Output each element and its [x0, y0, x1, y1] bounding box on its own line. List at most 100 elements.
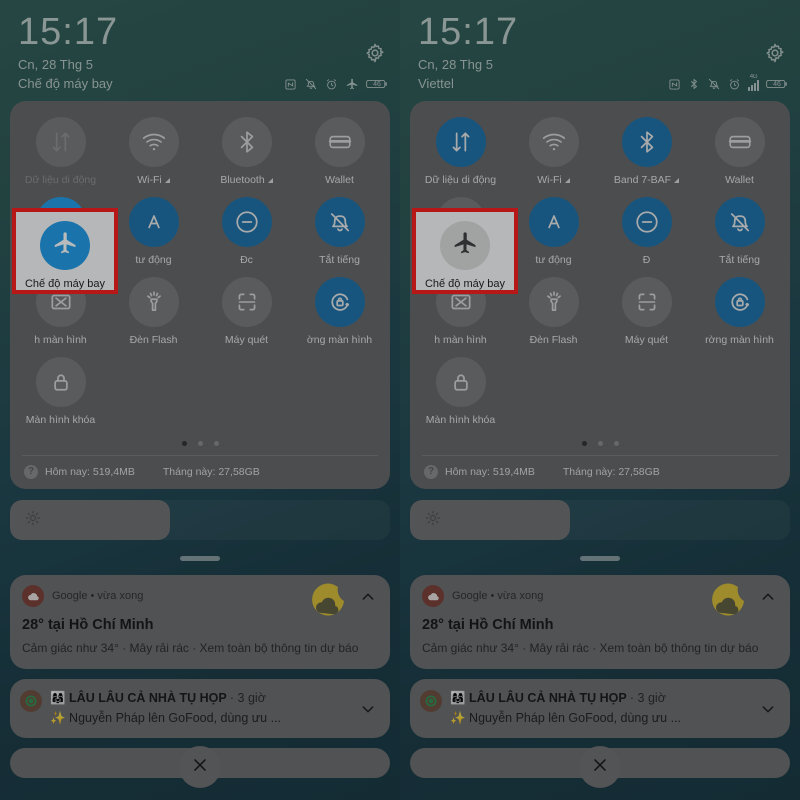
- qs-tile-label: Wi-Fi: [137, 174, 162, 186]
- qs-tile-12[interactable]: ờng màn hình: [293, 271, 386, 351]
- qs-tile-4[interactable]: Wallet: [693, 111, 786, 191]
- qs-tile-label-row: Band 7-BAF: [614, 174, 680, 187]
- expand-caret-icon[interactable]: [564, 178, 570, 183]
- scanner-icon: [234, 289, 260, 315]
- qs-tile-icon-bg: [435, 357, 486, 407]
- qs-tile-4[interactable]: Wallet: [293, 111, 386, 191]
- qs-tile-13[interactable]: Màn hình khóa: [414, 351, 507, 431]
- close-notifications-button[interactable]: [579, 746, 621, 788]
- expand-caret-icon[interactable]: [674, 178, 680, 183]
- qs-tile-label-row: rờng màn hình: [705, 334, 774, 347]
- qs-tile-label-row: Dữ liệu di động: [425, 174, 496, 187]
- qs-tile-11[interactable]: Máy quét: [600, 271, 693, 351]
- chevron-down-icon[interactable]: [760, 701, 776, 717]
- mute-bell-icon: [727, 209, 753, 235]
- qs-tile-label-row: ờng màn hình: [307, 334, 372, 347]
- page-dot-1[interactable]: [581, 441, 587, 446]
- chevron-down-icon[interactable]: [360, 701, 376, 717]
- help-icon[interactable]: ?: [424, 465, 438, 479]
- qs-tile-3[interactable]: Bluetooth: [200, 111, 293, 191]
- notification-weather[interactable]: Google • vừa xong 28° tại Hồ Chí Minh Cảm…: [10, 575, 390, 669]
- notification-chat[interactable]: 👩‍👩‍👧 LÂU LÂU CẢ NHÀ TỤ HỌP · 3 giờ ✨ Ngu…: [410, 679, 790, 738]
- qs-tile-6[interactable]: tư động: [507, 191, 600, 271]
- qs-tile-icon-bg: [621, 197, 672, 247]
- moon-cloud-icon: [708, 583, 748, 628]
- qs-tile-label-row: Bluetooth: [220, 174, 273, 187]
- qs-tile-1[interactable]: Dữ liệu di động: [14, 111, 107, 191]
- qs-tile-10[interactable]: Đèn Flash: [107, 271, 200, 351]
- qs-tile-2[interactable]: Wi-Fi: [507, 111, 600, 191]
- help-icon[interactable]: ?: [24, 465, 38, 479]
- battery-icon: 46: [766, 78, 788, 90]
- qs-tile-11[interactable]: Máy quét: [200, 271, 293, 351]
- drag-handle[interactable]: [180, 556, 220, 561]
- page-dot-1[interactable]: [181, 441, 187, 446]
- quick-settings-panel: Dữ liệu di động Wi-Fi Bluetooth Wallet Chế đ…: [10, 101, 390, 489]
- qs-tile-5[interactable]: Chế độ máy bay: [14, 191, 107, 271]
- qs-tile-icon-bg: [714, 197, 765, 247]
- qs-tile-icon-bg: [128, 197, 179, 247]
- brightness-slider[interactable]: [10, 500, 390, 540]
- page-dot-2[interactable]: [597, 441, 603, 446]
- nfc-icon: [284, 78, 297, 91]
- qs-tile-icon-bg: [435, 117, 486, 167]
- brightness-icon: [24, 509, 42, 532]
- notification-chat-title: 👩‍👩‍👧 LÂU LÂU CẢ NHÀ TỤ HỌP · 3 giờ: [50, 691, 266, 705]
- qs-tile-8[interactable]: Tắt tiếng: [693, 191, 786, 271]
- qs-tile-12[interactable]: rờng màn hình: [693, 271, 786, 351]
- auto-brightness-icon: [141, 209, 167, 235]
- gear-icon[interactable]: [764, 42, 786, 64]
- status-header: 15:17 Cn, 28 Thg 5 Viettel 4G 46: [400, 0, 800, 93]
- qs-tile-5[interactable]: Chế độ máy bay: [414, 191, 507, 271]
- qs-tile-label-row: Wi-Fi: [537, 174, 570, 187]
- mobile-data-icon: [448, 129, 474, 155]
- page-dot-2[interactable]: [197, 441, 203, 446]
- gear-icon[interactable]: [364, 42, 386, 64]
- qs-tile-label-row: Wallet: [325, 174, 354, 187]
- qs-tile-label-row: Đc: [240, 254, 253, 267]
- qs-tile-6[interactable]: tư động: [107, 191, 200, 271]
- chevron-up-icon[interactable]: [760, 589, 776, 605]
- qs-tile-1[interactable]: Dữ liệu di động: [414, 111, 507, 191]
- screenshot-icon: [448, 289, 474, 315]
- brightness-slider[interactable]: [410, 500, 790, 540]
- qs-tile-10[interactable]: Đèn Flash: [507, 271, 600, 351]
- qs-tile-7[interactable]: Đc: [200, 191, 293, 271]
- qs-tile-label-row: Máy quét: [625, 334, 668, 347]
- qs-tile-13[interactable]: Màn hình khóa: [14, 351, 107, 431]
- qs-tile-9[interactable]: h màn hình: [414, 271, 507, 351]
- airplane-icon: [345, 77, 359, 91]
- expand-caret-icon[interactable]: [164, 178, 170, 183]
- data-usage-row[interactable]: ? Hôm nay: 519,4MB Tháng này: 27,58GB: [14, 456, 386, 489]
- quick-settings-grid: Dữ liệu di động Wi-Fi Bluetooth Wallet Chế đ…: [14, 111, 386, 431]
- page-dot-3[interactable]: [613, 441, 619, 446]
- close-notifications-button[interactable]: [179, 746, 221, 788]
- flashlight-icon: [541, 289, 567, 315]
- data-usage-today: Hôm nay: 519,4MB: [445, 466, 535, 478]
- qs-tile-icon-bg: [621, 277, 672, 327]
- expand-caret-icon[interactable]: [267, 178, 273, 183]
- qs-tile-label: Wallet: [325, 174, 354, 186]
- notification-chat[interactable]: 👩‍👩‍👧 LÂU LÂU CẢ NHÀ TỤ HỌP · 3 giờ ✨ Ngu…: [10, 679, 390, 738]
- qs-tile-label-row: Chế độ máy bay: [22, 254, 98, 267]
- qs-tile-label: Máy quét: [624, 334, 669, 346]
- drag-handle[interactable]: [580, 556, 620, 561]
- chevron-up-icon[interactable]: [360, 589, 376, 605]
- qs-tile-8[interactable]: Tắt tiếng: [293, 191, 386, 271]
- qs-tile-9[interactable]: h màn hình: [14, 271, 107, 351]
- qs-tile-label-row: Tắt tiếng: [719, 254, 760, 267]
- qs-tile-2[interactable]: Wi-Fi: [107, 111, 200, 191]
- qs-tile-3[interactable]: Band 7-BAF: [600, 111, 693, 191]
- qs-tile-label: Tắt tiếng: [719, 254, 760, 266]
- data-usage-row[interactable]: ? Hôm nay: 519,4MB Tháng này: 27,58GB: [414, 456, 786, 489]
- page-dot-3[interactable]: [213, 441, 219, 446]
- status-bar-icons: 4G 46: [668, 74, 788, 91]
- qs-tile-icon-bg: [221, 197, 272, 247]
- scanner-icon: [634, 289, 660, 315]
- qs-tile-7[interactable]: Đ: [600, 191, 693, 271]
- notification-weather[interactable]: Google • vừa xong 28° tại Hồ Chí Minh Cảm…: [410, 575, 790, 669]
- auto-brightness-icon: [541, 209, 567, 235]
- qs-tile-label: h màn hình: [34, 334, 87, 346]
- wifi-icon: [141, 129, 167, 155]
- qs-tile-label-row: tư động: [535, 254, 571, 267]
